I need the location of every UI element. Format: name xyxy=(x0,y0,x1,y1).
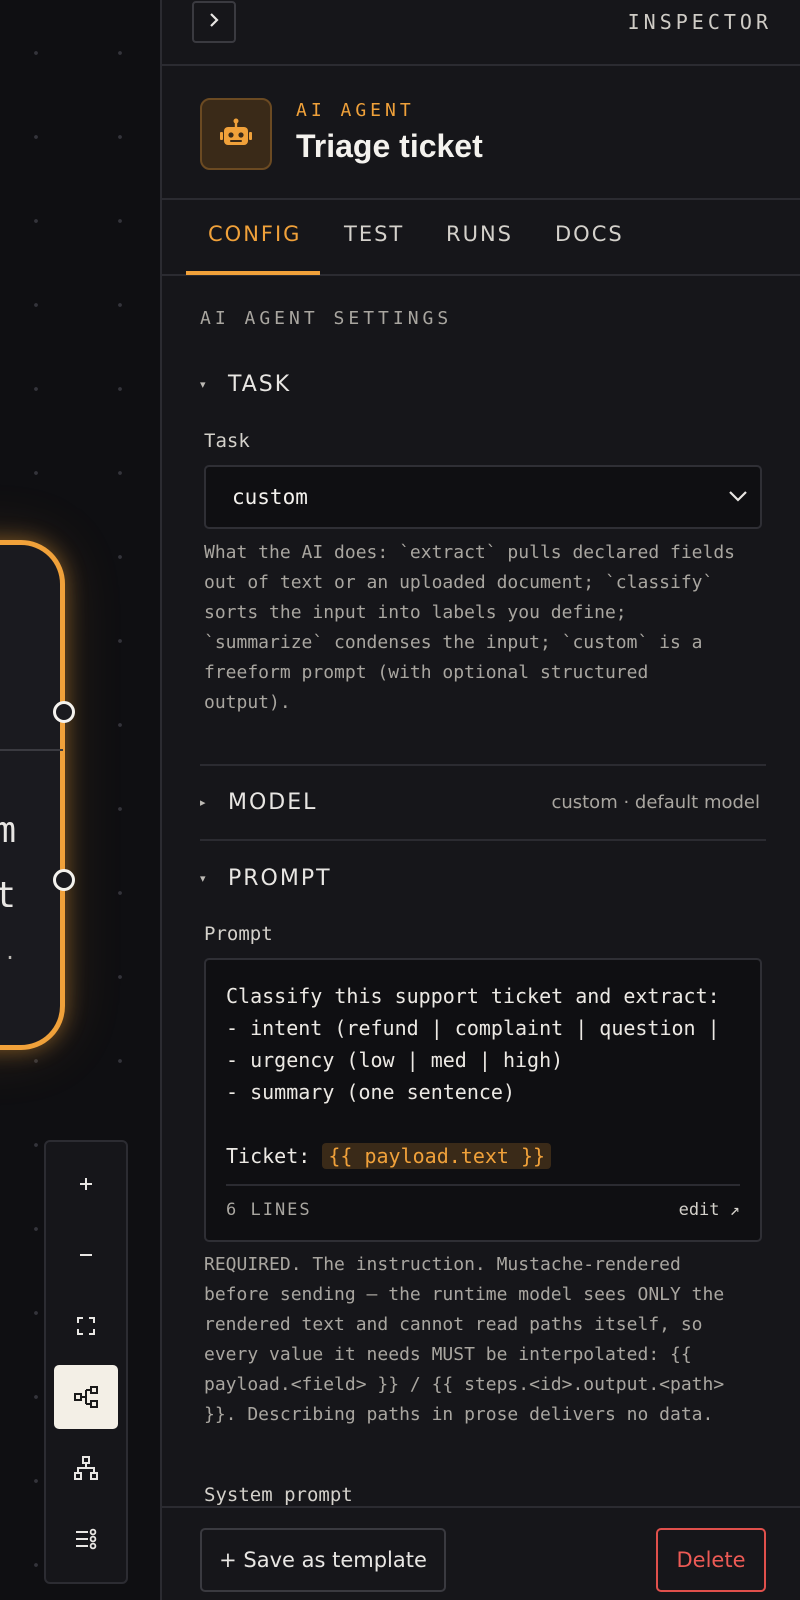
flow-layout-icon xyxy=(73,1384,99,1410)
prompt-editor-footer: 6 LINES edit ↗ xyxy=(226,1184,740,1220)
task-select[interactable]: custom xyxy=(204,465,762,529)
inspector-tabs: CONFIG TEST RUNS DOCS xyxy=(162,200,800,276)
flow-layout-button[interactable] xyxy=(54,1365,118,1429)
robot-icon xyxy=(200,98,272,170)
plus-icon xyxy=(77,1175,95,1193)
node-name: Triage ticket xyxy=(296,128,483,164)
tab-docs[interactable]: DOCS xyxy=(555,222,624,246)
model-group-title: MODEL xyxy=(228,790,318,815)
inspector-panel: INSPECTOR AI AGENT Triage ticket CONFIG … xyxy=(160,0,800,1600)
fit-view-icon xyxy=(75,1315,97,1337)
task-field-label: Task xyxy=(204,430,250,452)
prompt-line-prefix: Ticket: xyxy=(226,1144,323,1168)
line-count: 6 LINES xyxy=(226,1200,312,1220)
save-as-template-button[interactable]: + Save as template xyxy=(200,1528,446,1592)
prompt-editor[interactable]: Classify this support ticket and extract… xyxy=(204,958,762,1242)
workflow-canvas[interactable]: m t . xyxy=(0,0,160,1600)
zoom-in-button[interactable] xyxy=(54,1152,118,1216)
fit-view-button[interactable] xyxy=(54,1294,118,1358)
chevron-right-icon xyxy=(207,11,221,34)
caret-right-icon: ▸ xyxy=(200,796,208,809)
minus-icon xyxy=(77,1246,95,1264)
settings-section-title: AI AGENT SETTINGS xyxy=(200,308,453,329)
prompt-line: Classify this support ticket and extract… xyxy=(226,984,720,1008)
task-group-header[interactable]: ▾ TASK xyxy=(200,372,291,397)
tab-test[interactable]: TEST xyxy=(344,222,404,246)
node-text-line: m xyxy=(0,810,16,851)
prompt-group-title: PROMPT xyxy=(228,866,332,891)
zoom-out-button[interactable] xyxy=(54,1223,118,1287)
template-variable-chip: {{ payload.text }} xyxy=(322,1143,552,1169)
task-help-text: What the AI does: `extract` pulls declar… xyxy=(204,542,736,713)
list-settings-icon xyxy=(74,1527,98,1551)
prompt-line-with-variable: Ticket: {{ payload.text }} xyxy=(226,1140,746,1172)
task-select-value: custom xyxy=(232,485,308,509)
collapse-panel-button[interactable] xyxy=(192,1,236,43)
node-kind-label: AI AGENT xyxy=(296,100,415,121)
node-text-line: t xyxy=(0,875,16,916)
caret-down-icon: ▾ xyxy=(200,872,208,885)
node-divider xyxy=(0,749,63,751)
caret-down-icon: ▾ xyxy=(200,378,208,391)
node-text-line: . xyxy=(3,940,16,964)
section-divider xyxy=(200,839,766,841)
prompt-line: - summary (one sentence) xyxy=(226,1080,515,1104)
list-settings-button[interactable] xyxy=(54,1507,118,1571)
prompt-group-header[interactable]: ▾ PROMPT xyxy=(200,866,332,891)
system-prompt-label: System prompt xyxy=(204,1484,353,1506)
model-summary: custom · default model xyxy=(551,792,760,813)
chevron-down-icon xyxy=(728,489,748,508)
node-output-port[interactable] xyxy=(53,701,75,723)
task-group-title: TASK xyxy=(228,372,292,397)
prompt-line: - urgency (low | med | high) xyxy=(226,1048,564,1072)
delete-node-button[interactable]: Delete xyxy=(656,1528,766,1592)
active-tab-indicator xyxy=(186,271,320,275)
prompt-line xyxy=(226,1108,746,1140)
edit-prompt-link[interactable]: edit ↗ xyxy=(679,1200,740,1220)
node-header: AI AGENT Triage ticket xyxy=(162,66,800,200)
inspector-topbar: INSPECTOR xyxy=(162,0,800,66)
inspector-footer: + Save as template Delete xyxy=(162,1506,800,1600)
node-output-port[interactable] xyxy=(53,869,75,891)
tree-layout-button[interactable] xyxy=(54,1436,118,1500)
model-group-header[interactable]: ▸ MODEL xyxy=(200,790,317,815)
workflow-node-card[interactable]: m t . xyxy=(0,540,65,1050)
tab-runs[interactable]: RUNS xyxy=(446,222,513,246)
prompt-line: - intent (refund | complaint | question … xyxy=(226,1016,720,1040)
tree-layout-icon xyxy=(73,1455,99,1481)
inspector-title: INSPECTOR xyxy=(627,10,772,34)
section-divider xyxy=(200,764,766,766)
tab-config[interactable]: CONFIG xyxy=(208,222,301,246)
prompt-help-text: REQUIRED. The instruction. Mustache-rend… xyxy=(204,1254,725,1425)
canvas-controls xyxy=(44,1140,128,1584)
prompt-text: Classify this support ticket and extract… xyxy=(226,980,746,1172)
prompt-field-label: Prompt xyxy=(204,923,273,945)
